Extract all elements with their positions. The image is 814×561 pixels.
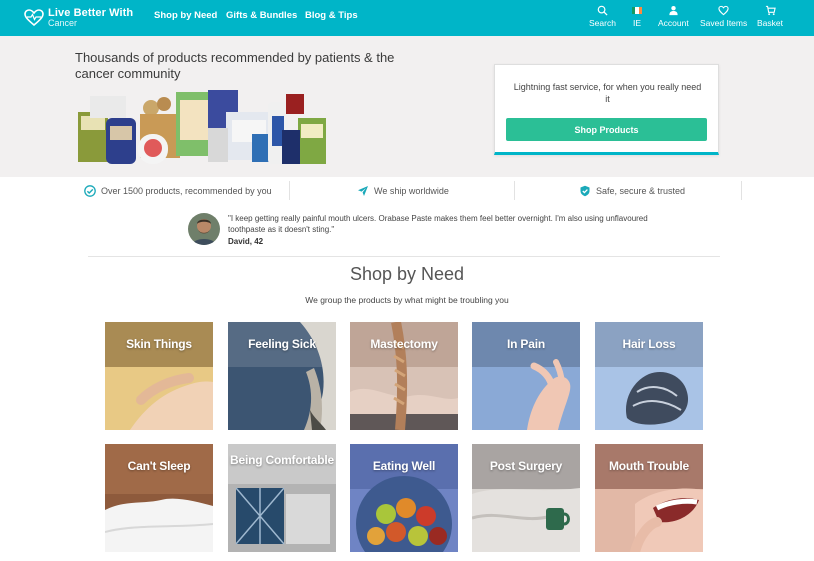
tile-eating-well[interactable]: Eating Well	[350, 444, 458, 552]
nav-region-label: IE	[632, 18, 642, 28]
cta-card: Lightning fast service, for when you rea…	[494, 64, 719, 155]
tile-being-comfortable[interactable]: Being Comfortable	[228, 444, 336, 552]
nav-basket-label: Basket	[757, 18, 783, 28]
shield-check-icon	[580, 185, 590, 197]
tile-label: Feeling Sick	[248, 337, 316, 351]
tile-hair-loss[interactable]: Hair Loss	[595, 322, 703, 430]
tile-mouth-trouble[interactable]: Mouth Trouble	[595, 444, 703, 552]
shop-products-button[interactable]: Shop Products	[506, 118, 707, 141]
nav-region[interactable]: IE	[632, 5, 642, 28]
tile-post-surgery[interactable]: Post Surgery	[472, 444, 580, 552]
usp-products: Over 1500 products, recommended by you	[84, 181, 272, 201]
usp-divider	[741, 181, 742, 200]
logo-title: Live Better With	[48, 7, 134, 19]
hero-title: Thousands of products recommended by pat…	[75, 50, 395, 81]
user-icon	[669, 6, 678, 16]
tile-label: Eating Well	[372, 459, 436, 473]
tile-label: Post Surgery	[489, 459, 563, 473]
nav-saved-label: Saved Items	[700, 18, 748, 28]
shop-by-need-title: Shop by Need	[349, 264, 465, 284]
nav-shop-by-need[interactable]: Shop by Need	[154, 10, 217, 21]
top-nav: Live Better With Cancer Shop by Need Gif…	[0, 0, 814, 36]
usp-divider	[289, 181, 290, 200]
cta-text: Lightning fast service, for when you rea…	[513, 82, 702, 104]
tile-label: In Pain	[507, 337, 545, 351]
check-circle-icon	[84, 185, 96, 197]
nav-account-label: Account	[658, 18, 689, 28]
tile-label: Mouth Trouble	[608, 459, 690, 473]
usp-secure: Safe, secure & trusted	[579, 181, 685, 201]
heart-icon	[718, 5, 729, 16]
tile-label: Skin Things	[126, 337, 192, 351]
tile-label: Being Comfortable	[230, 453, 334, 467]
ireland-flag-icon	[632, 7, 642, 14]
plane-icon	[358, 186, 368, 196]
tile-mastectomy[interactable]: Mastectomy	[350, 322, 458, 430]
section-divider	[88, 256, 720, 257]
nav-blog-tips[interactable]: Blog & Tips	[305, 10, 358, 21]
site-logo[interactable]: Live Better With Cancer	[24, 6, 133, 30]
cart-icon	[765, 5, 776, 16]
nav-search-label: Search	[589, 18, 616, 28]
usp-divider	[514, 181, 515, 200]
search-icon	[597, 5, 608, 16]
hero-banner: Thousands of products recommended by pat…	[0, 36, 814, 177]
tile-label: Hair Loss	[622, 337, 676, 351]
product-collage-image	[78, 90, 326, 164]
shop-by-need-subtitle: We group the products by what might be t…	[305, 295, 509, 305]
nav-account[interactable]: Account	[658, 5, 689, 28]
usp-products-text: Over 1500 products, recommended by you	[101, 186, 272, 196]
tile-in-pain[interactable]: In Pain	[472, 322, 580, 430]
usp-secure-text: Safe, secure & trusted	[596, 186, 686, 196]
testimonial-avatar	[188, 213, 220, 245]
nav-search[interactable]: Search	[589, 5, 616, 28]
usp-shipping-text: We ship worldwide	[374, 186, 449, 196]
nav-basket[interactable]: Basket	[757, 5, 783, 28]
nav-saved-items[interactable]: Saved Items	[700, 5, 747, 28]
tile-feeling-sick[interactable]: Feeling Sick	[228, 322, 336, 430]
testimonial-quote: "I keep getting really painful mouth ulc…	[228, 214, 648, 234]
tile-cant-sleep[interactable]: Can't Sleep	[105, 444, 213, 552]
tile-skin-things[interactable]: Skin Things	[105, 322, 213, 430]
heart-logo-icon	[24, 9, 44, 27]
tile-label: Mastectomy	[370, 337, 438, 351]
testimonial-author: David, 42	[228, 237, 264, 246]
nav-gifts-bundles[interactable]: Gifts & Bundles	[226, 10, 297, 21]
usp-shipping: We ship worldwide	[357, 181, 449, 201]
tile-label: Can't Sleep	[127, 459, 191, 473]
logo-subtitle: Cancer	[48, 18, 78, 28]
